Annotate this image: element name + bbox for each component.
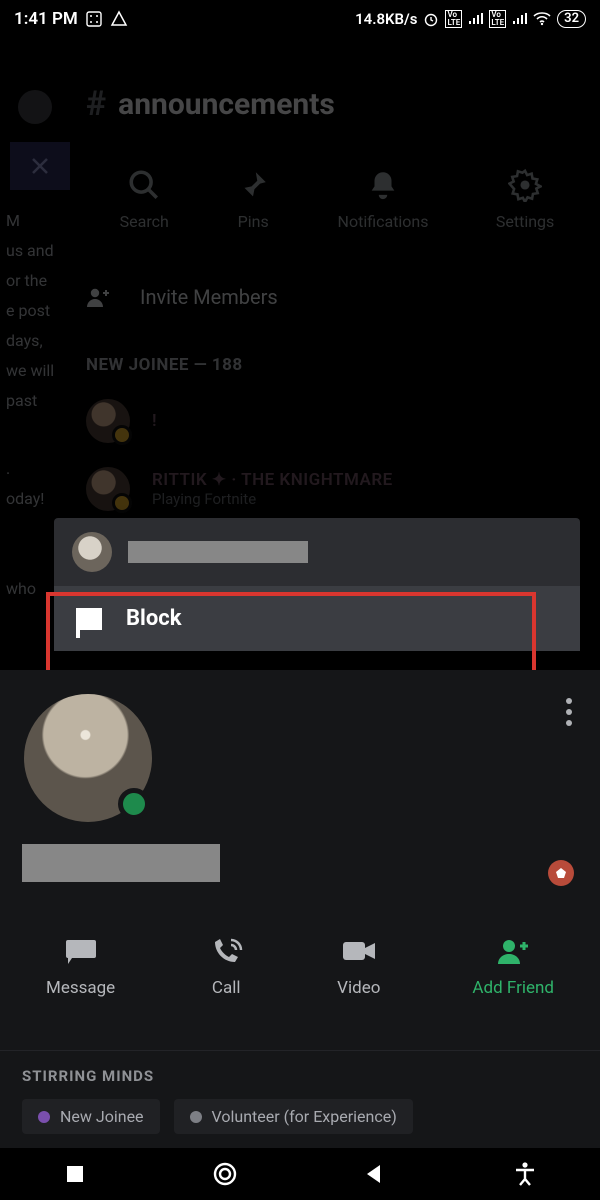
- call-action[interactable]: Call: [207, 936, 245, 998]
- channel-title: # announcements: [86, 84, 588, 124]
- redacted-profile-name: [22, 844, 220, 882]
- user-silhouette-icon: [18, 90, 52, 124]
- user-context-menu: Block: [54, 518, 580, 651]
- volte-icon-1: VoLTE: [445, 10, 462, 28]
- member-name: RITTIK ✦ · THE KNIGHTMARE: [152, 470, 393, 490]
- android-nav-bar: [0, 1148, 600, 1200]
- message-icon: [62, 936, 100, 966]
- invite-label: Invite Members: [140, 285, 278, 309]
- role-chip[interactable]: New Joinee: [22, 1099, 160, 1134]
- member-name: !: [152, 411, 157, 431]
- online-status-dot: [118, 788, 150, 820]
- channel-details-panel: # announcements Search Pins Notification…: [86, 84, 588, 511]
- member-row[interactable]: RITTIK ✦ · THE KNIGHTMARE Playing Fortni…: [86, 467, 588, 511]
- invite-icon: [86, 286, 112, 308]
- more-options-button[interactable]: [566, 698, 572, 726]
- close-button[interactable]: [10, 142, 70, 190]
- context-menu-header: [54, 518, 580, 586]
- member-avatar: [86, 467, 130, 511]
- gear-icon: [508, 168, 542, 202]
- battery-indicator: 32: [557, 10, 586, 28]
- flag-icon: [76, 608, 102, 630]
- user-profile-sheet: Message Call Video Add Friend STIRRING M…: [0, 670, 600, 1200]
- alarm-icon: [423, 11, 439, 27]
- network-speed: 14.8KB/s: [355, 10, 417, 28]
- warning-icon: [110, 10, 128, 28]
- server-name-label: STIRRING MINDS: [22, 1067, 578, 1085]
- notifications-tool[interactable]: Notifications: [338, 168, 429, 231]
- context-avatar: [72, 532, 112, 572]
- volte-icon-2: VoLTE: [489, 10, 506, 28]
- pins-tool[interactable]: Pins: [236, 168, 270, 231]
- signal-icon-1: [468, 13, 483, 25]
- clock: 1:41 PM: [14, 9, 78, 29]
- add-friend-icon: [494, 936, 532, 966]
- block-menu-item[interactable]: Block: [54, 586, 580, 651]
- role-color-dot: [38, 1111, 50, 1123]
- recents-button[interactable]: [62, 1161, 88, 1187]
- invite-members-row[interactable]: Invite Members: [86, 285, 588, 309]
- signal-icon-2: [512, 13, 527, 25]
- video-icon: [340, 936, 378, 966]
- search-icon: [127, 168, 161, 202]
- status-bar: 1:41 PM 14.8KB/s VoLTE VoLTE 32: [0, 0, 600, 38]
- message-action[interactable]: Message: [46, 936, 115, 998]
- bell-icon: [366, 168, 400, 202]
- channel-name: announcements: [118, 87, 335, 122]
- member-avatar: [86, 399, 130, 443]
- accessibility-button[interactable]: [512, 1161, 538, 1187]
- block-label: Block: [126, 606, 182, 631]
- settings-tool[interactable]: Settings: [496, 168, 554, 231]
- pin-icon: [236, 168, 270, 202]
- hypesquad-badge: [548, 860, 574, 886]
- add-friend-action[interactable]: Add Friend: [472, 936, 554, 998]
- redacted-username: [128, 541, 308, 563]
- member-row[interactable]: !: [86, 399, 588, 443]
- app-icon-1: [86, 11, 102, 27]
- back-button[interactable]: [362, 1161, 388, 1187]
- wifi-icon: [533, 12, 551, 26]
- hash-icon: #: [86, 84, 106, 124]
- home-button[interactable]: [212, 1161, 238, 1187]
- profile-avatar[interactable]: [24, 694, 152, 822]
- video-action[interactable]: Video: [337, 936, 380, 998]
- role-section-header: NEW JOINEE — 188: [86, 355, 588, 375]
- call-icon: [207, 936, 245, 966]
- role-chip[interactable]: Volunteer (for Experience): [174, 1099, 413, 1134]
- search-tool[interactable]: Search: [120, 168, 169, 231]
- role-color-dot: [190, 1111, 202, 1123]
- member-activity: Playing Fortnite: [152, 490, 393, 508]
